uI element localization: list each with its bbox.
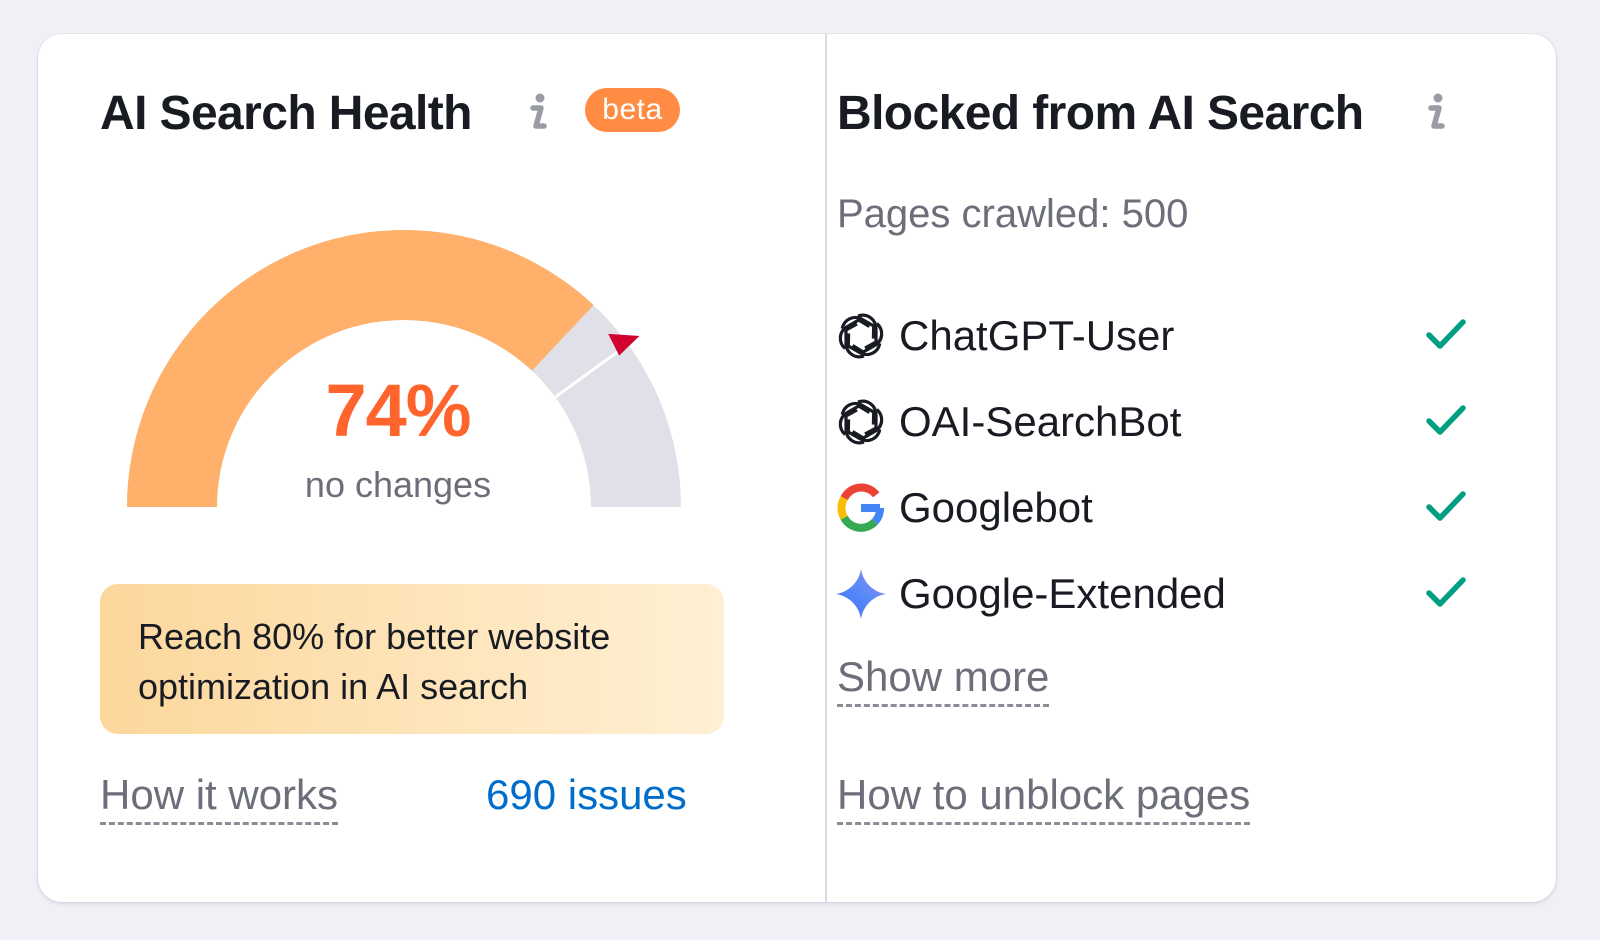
info-icon[interactable] (1422, 92, 1448, 132)
google-icon (835, 482, 887, 534)
how-to-unblock-link[interactable]: How to unblock pages (837, 774, 1251, 825)
issues-link[interactable]: 690 issues (486, 774, 687, 816)
bot-name: Googlebot (899, 484, 1093, 531)
health-score: 74% (325, 369, 471, 452)
openai-icon (835, 396, 887, 448)
check-icon (1426, 577, 1466, 607)
ai-search-card: AI Search Health beta 74% no changes Rea… (38, 34, 1556, 902)
health-hint: Reach 80% for better website optimizatio… (100, 584, 724, 734)
panel-divider (825, 34, 827, 902)
bot-name: OAI-SearchBot (899, 398, 1182, 445)
bot-row: Google-Extended (835, 566, 1467, 622)
bot-name: Google-Extended (899, 570, 1226, 617)
pages-crawled: Pages crawled: 500 (837, 192, 1189, 236)
check-icon (1426, 491, 1466, 521)
check-icon (1426, 405, 1466, 435)
bot-name: ChatGPT-User (899, 312, 1175, 359)
how-it-works-link[interactable]: How it works (100, 774, 339, 825)
health-gauge (127, 229, 681, 507)
bot-row: OAI-SearchBot (835, 394, 1467, 450)
health-change: no changes (304, 464, 492, 505)
openai-icon (835, 310, 887, 362)
bot-row: ChatGPT-User (835, 308, 1467, 364)
bot-row: Googlebot (835, 480, 1467, 536)
show-more-link[interactable]: Show more (837, 656, 1050, 707)
gemini-sparkle-icon (835, 568, 887, 620)
check-icon (1426, 319, 1466, 349)
blocked-title: Blocked from AI Search (837, 87, 1364, 140)
